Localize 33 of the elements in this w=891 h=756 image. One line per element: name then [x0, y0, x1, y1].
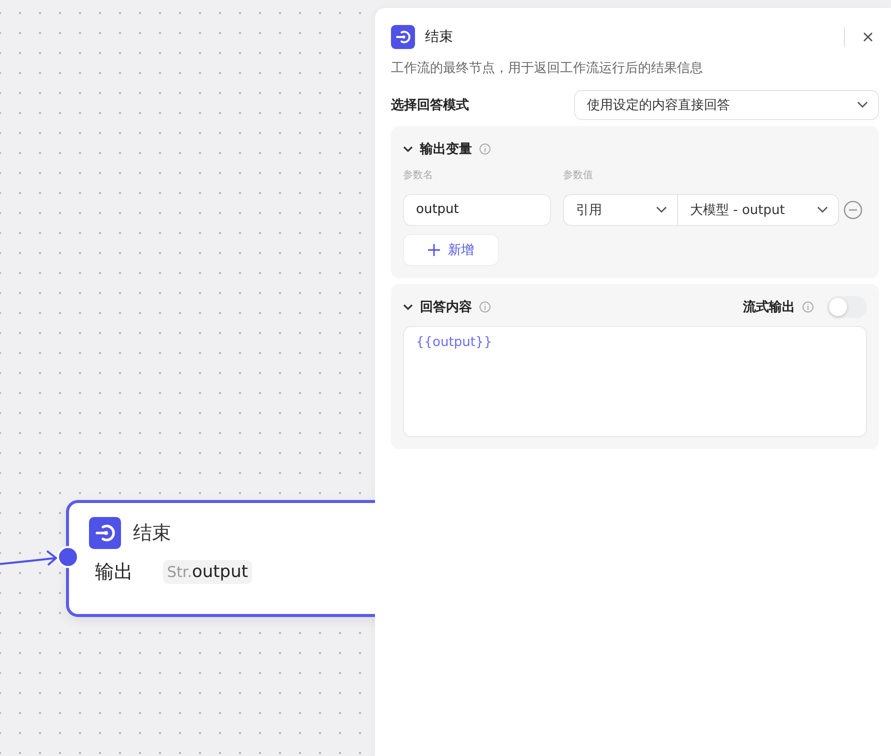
plus-icon	[428, 244, 440, 256]
add-button[interactable]: 新增	[403, 234, 499, 266]
answer-content-field[interactable]: {{output}}	[403, 326, 867, 437]
section-title: 输出变量	[420, 140, 472, 158]
column-header: 参数值	[563, 168, 593, 182]
chevron-down-icon	[656, 206, 667, 214]
end-node-icon	[89, 517, 121, 549]
answer-mode-label: 选择回答模式	[391, 97, 469, 114]
info-icon	[479, 143, 491, 155]
end-node-icon	[391, 25, 415, 49]
end-node[interactable]: 结束 输出 Str.output	[66, 500, 375, 617]
collapse-chevron-icon[interactable]	[403, 144, 413, 154]
answer-mode-select[interactable]: 使用设定的内容直接回答	[574, 90, 879, 120]
output-variable-tag: Str.output	[163, 560, 252, 584]
chevron-down-icon	[817, 206, 828, 214]
column-header: 参数名	[403, 168, 434, 182]
collapse-chevron-icon[interactable]	[403, 302, 413, 312]
source-select[interactable]: 引用	[563, 194, 678, 226]
stream-output-switch[interactable]	[827, 296, 867, 318]
input-port[interactable]	[57, 546, 79, 568]
stream-output-label: 流式输出	[743, 298, 795, 316]
close-icon[interactable]	[863, 32, 873, 42]
info-icon	[802, 301, 814, 313]
chevron-down-icon	[857, 101, 868, 109]
section-title: 回答内容	[420, 298, 472, 316]
node-title: 结束	[133, 521, 171, 546]
panel-title: 结束	[425, 28, 454, 46]
variable-select[interactable]: 大模型 - output	[678, 194, 839, 226]
info-icon	[479, 301, 491, 313]
output-label: 输出	[95, 560, 133, 585]
remove-icon[interactable]	[843, 200, 863, 220]
parameter-name-field[interactable]: output	[403, 194, 551, 226]
panel-description: 工作流的最终节点，用于返回工作流运行后的结果信息	[391, 60, 704, 77]
